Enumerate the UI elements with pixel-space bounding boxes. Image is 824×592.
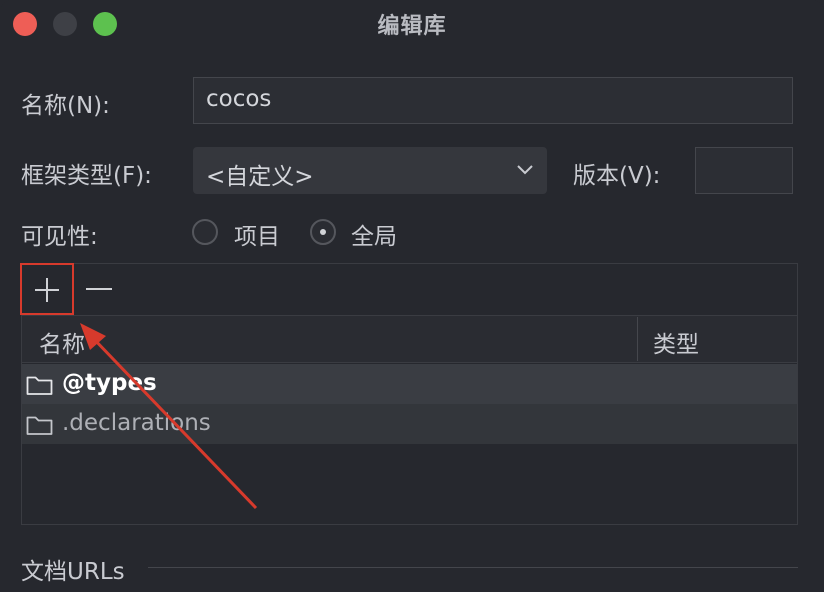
visibility-global-radio[interactable] [310,219,336,245]
table-row[interactable]: .declarations [22,404,797,444]
column-header-name[interactable]: 名称 [39,325,85,359]
title-bar: 编辑库 [0,0,824,50]
table-header: 名称 类型 [22,315,797,363]
doc-urls-section-label: 文档URLs [21,559,125,585]
name-input-value: cocos [206,86,272,112]
name-label: 名称(N): [21,93,110,119]
row-name: @types [62,370,157,396]
radio-selected-dot [320,229,326,235]
section-divider [148,567,798,568]
folder-icon [26,416,53,435]
visibility-project-label: 项目 [234,224,280,250]
minus-icon [86,288,112,290]
remove-button[interactable] [76,264,126,314]
edit-library-window: 编辑库 名称(N): cocos 框架类型(F): <自定义> 版本(V): 可… [0,0,824,592]
framework-select[interactable]: <自定义> [193,147,547,194]
name-input[interactable]: cocos [193,77,793,124]
column-header-type[interactable]: 类型 [653,325,699,359]
window-title: 编辑库 [377,14,447,39]
framework-select-value: <自定义> [206,164,314,190]
plus-icon [35,278,59,302]
framework-label: 框架类型(F): [21,163,152,189]
visibility-project-radio[interactable] [192,219,218,245]
version-label: 版本(V): [573,163,661,189]
column-divider [637,317,638,361]
table-row[interactable]: @types [22,364,797,404]
row-name: .declarations [62,410,211,436]
visibility-label: 可见性: [21,224,98,250]
add-button[interactable] [20,263,74,315]
chevron-down-icon [517,165,533,175]
folder-icon [26,376,53,395]
version-input[interactable] [695,147,793,194]
visibility-global-label: 全局 [351,224,397,250]
